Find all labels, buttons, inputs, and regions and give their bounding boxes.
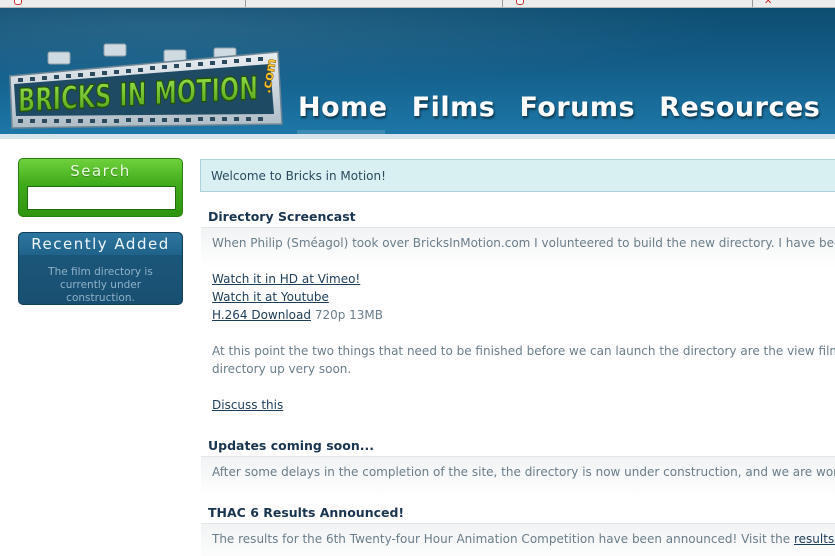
recently-added-panel: Recently Added The film directory is cur… bbox=[18, 232, 183, 305]
tab-separator bbox=[245, 0, 246, 7]
tab-close-icon[interactable]: ✕ bbox=[764, 0, 772, 7]
browser-tab-strip: ✕ bbox=[0, 0, 835, 8]
post-text: The results for the 6th Twenty-four Hour… bbox=[212, 532, 791, 546]
main-nav: Home Films Forums Resources Ev bbox=[298, 92, 835, 132]
recently-added-message: The film directory is currently under co… bbox=[48, 266, 153, 304]
nav-resources[interactable]: Resources bbox=[659, 92, 820, 123]
download-link[interactable]: H.264 Download bbox=[212, 308, 311, 322]
post-title[interactable]: Directory Screencast bbox=[208, 209, 356, 224]
youtube-link[interactable]: Watch it at Youtube bbox=[212, 290, 329, 304]
discuss-link[interactable]: Discuss this bbox=[212, 398, 283, 412]
post-text: At this point the two things that need t… bbox=[212, 344, 835, 358]
tab-favicon-icon bbox=[14, 0, 22, 5]
post-title[interactable]: Updates coming soon... bbox=[208, 438, 374, 453]
post-body: The results for the 6th Twenty-four Hour… bbox=[201, 523, 835, 556]
post-text: When Philip (Sméagol) took over BricksIn… bbox=[212, 236, 835, 250]
post-text: After some delays in the completion of t… bbox=[212, 465, 835, 479]
nav-home[interactable]: Home bbox=[298, 92, 388, 123]
nav-films[interactable]: Films bbox=[412, 92, 496, 123]
post-body: When Philip (Sméagol) took over BricksIn… bbox=[201, 227, 835, 427]
site-logo[interactable]: BRICKS IN MOTION .com bbox=[8, 28, 286, 132]
recently-added-title: Recently Added bbox=[19, 233, 182, 255]
tab-separator bbox=[502, 0, 503, 7]
site-header: BRICKS IN MOTION .com Home Films Forums … bbox=[0, 8, 835, 139]
post-body: After some delays in the completion of t… bbox=[201, 456, 835, 496]
results-link[interactable]: results thre bbox=[794, 532, 835, 546]
post-title[interactable]: THAC 6 Results Announced! bbox=[208, 505, 404, 520]
search-input[interactable] bbox=[27, 186, 176, 210]
vimeo-link[interactable]: Watch it in HD at Vimeo! bbox=[212, 272, 360, 286]
search-title: Search bbox=[70, 162, 131, 180]
tab-separator bbox=[752, 0, 753, 7]
welcome-banner: Welcome to Bricks in Motion! bbox=[200, 159, 835, 192]
tab-favicon-icon bbox=[516, 0, 524, 5]
post-text: directory up very soon. bbox=[212, 362, 352, 376]
download-size: 720p 13MB bbox=[314, 308, 384, 322]
search-panel: Search bbox=[18, 158, 183, 217]
nav-forums[interactable]: Forums bbox=[519, 92, 635, 123]
